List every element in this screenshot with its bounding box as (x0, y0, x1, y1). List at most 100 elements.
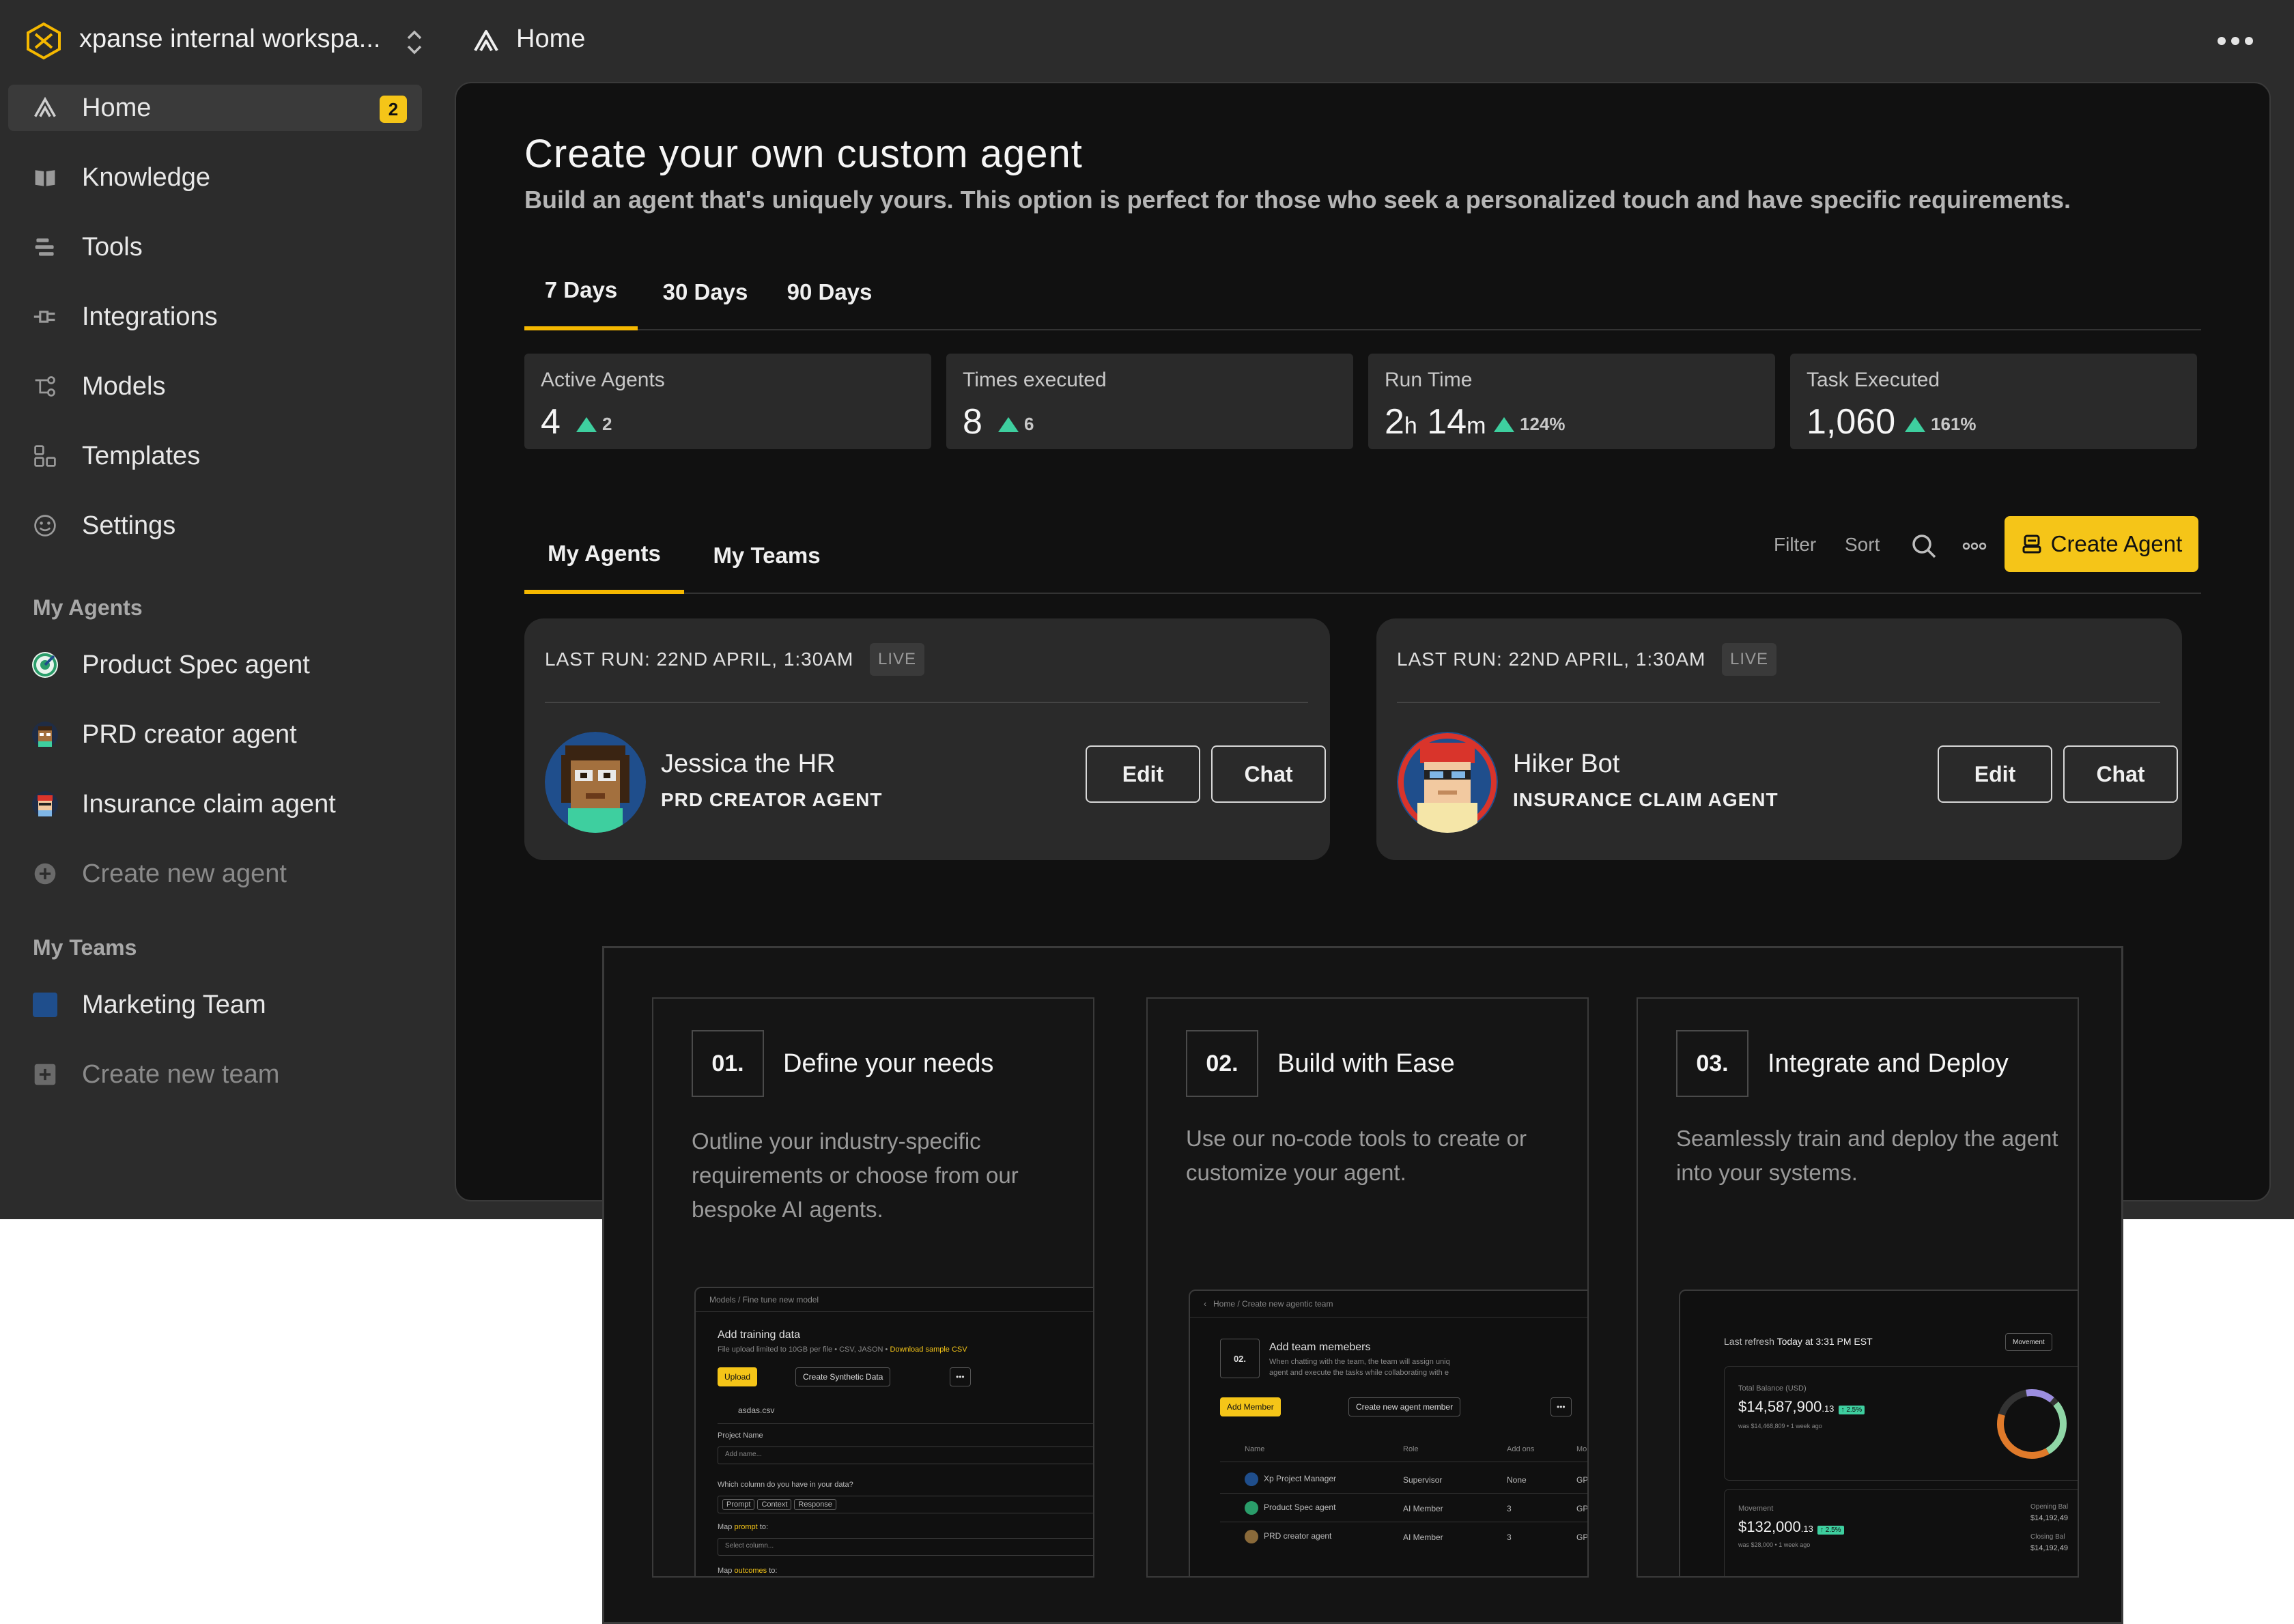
workspace-switcher-chevron-icon[interactable] (403, 27, 426, 57)
notification-badge: 2 (380, 96, 407, 123)
mini-more-icon: ••• (1550, 1397, 1572, 1416)
sidebar-item-knowledge[interactable]: Knowledge (8, 154, 422, 201)
sidebar-item-product-spec-agent[interactable]: Product Spec agent (8, 642, 422, 688)
sidebar-item-insurance-claim-agent[interactable]: Insurance claim agent (8, 781, 422, 827)
sort-button[interactable]: Sort (1845, 534, 1880, 556)
mini-description: agent and execute the tasks while collab… (1269, 1369, 1449, 1377)
trend-up-icon (998, 416, 1019, 432)
sidebar-item-marketing-team[interactable]: Marketing Team (8, 982, 422, 1028)
sidebar-item-label: Integrations (82, 302, 218, 331)
home-icon (31, 94, 59, 122)
agent-card-hiker-bot: LAST RUN: 22ND APRIL, 1:30AM LIVE Hiker … (1376, 618, 2182, 860)
stat-delta-value: 6 (1024, 414, 1034, 434)
agent-card-jessica: LAST RUN: 22ND APRIL, 1:30AM LIVE Jessic… (524, 618, 1330, 860)
stat-delta-value: 2 (602, 414, 612, 434)
avatar (1397, 732, 1498, 833)
sidebar-item-label: Templates (82, 441, 201, 470)
robot-icon (2022, 535, 2041, 554)
edit-button[interactable]: Edit (1086, 745, 1200, 803)
mini-table-row: Product Spec agent (1245, 1501, 1335, 1515)
stat-label: Task Executed (1807, 369, 1940, 391)
step-number: 01. (692, 1030, 764, 1097)
team-color-icon (31, 991, 59, 1018)
donut-chart (1997, 1389, 2067, 1459)
sidebar-item-templates[interactable]: Templates (8, 433, 422, 479)
mini-step-number: 02. (1220, 1339, 1260, 1378)
tab-7-days[interactable]: 7 Days (524, 254, 638, 330)
avatar (545, 732, 646, 833)
step-title: Build with Ease (1277, 1049, 1455, 1078)
workspace-logo-icon[interactable] (25, 22, 63, 60)
sidebar-item-home[interactable]: Home 2 (8, 85, 422, 131)
pixel-avatar-icon (31, 721, 59, 748)
mini-input: Add name... (718, 1447, 1093, 1464)
tab-my-agents[interactable]: My Agents (524, 517, 684, 594)
more-options-icon[interactable] (2218, 30, 2256, 52)
mini-table-row: PRD creator agent (1245, 1530, 1331, 1543)
mini-description: When chatting with the team, the team wi… (1269, 1358, 1450, 1366)
status-badge: LIVE (870, 643, 925, 676)
stat-delta: 6 (998, 414, 1034, 435)
mini-cell: GP (1576, 1504, 1589, 1513)
workspace-name[interactable]: xpanse internal workspa... (79, 25, 380, 54)
mini-screenshot-training-data: Models / Fine tune new model Add trainin… (694, 1287, 1093, 1576)
stat-card-active-agents: Active Agents 4 2 (524, 354, 931, 449)
target-avatar-icon (31, 651, 59, 679)
book-icon (31, 164, 59, 191)
mini-label: Which column do you have in your data? (718, 1481, 853, 1489)
mini-heading: Add team memebers (1269, 1341, 1371, 1353)
more-horizontal-icon[interactable] (1959, 531, 1989, 561)
tab-30-days[interactable]: 30 Days (649, 254, 762, 330)
top-bar: xpanse internal workspa... Home (0, 0, 2294, 82)
sidebar-item-tools[interactable]: Tools (8, 224, 422, 270)
mini-cell: AI Member (1403, 1504, 1443, 1513)
sidebar-item-label: Models (82, 371, 166, 401)
trend-up-icon (576, 416, 597, 432)
search-icon[interactable] (1909, 531, 1939, 561)
create-agent-button[interactable]: Create Agent (2005, 516, 2198, 572)
sidebar-item-label: Home (82, 93, 152, 122)
sidebar-item-label: Product Spec agent (82, 650, 310, 679)
step-number: 03. (1676, 1030, 1748, 1097)
sidebar-item-label: Settings (82, 511, 176, 540)
mini-table-row: Xp Project Manager (1245, 1472, 1336, 1486)
sidebar-item-prd-creator-agent[interactable]: PRD creator agent (8, 711, 422, 758)
agent-role: PRD CREATOR AGENT (661, 789, 883, 810)
sidebar-item-integrations[interactable]: Integrations (8, 294, 422, 340)
stat-card-task-executed: Task Executed 1,060 161% (1790, 354, 2197, 449)
tab-90-days[interactable]: 90 Days (773, 254, 886, 330)
mini-refresh-text: Last refresh Today at 3:31 PM EST (1724, 1336, 1873, 1347)
mini-col-role: Role (1403, 1445, 1419, 1453)
step-description: Outline your industry-specific requireme… (692, 1128, 1019, 1222)
mini-label: Map outcomes to: (718, 1567, 778, 1575)
stat-delta: 161% (1905, 414, 1977, 435)
mini-file-name: asdas.csv (738, 1406, 775, 1415)
tab-my-teams[interactable]: My Teams (695, 517, 838, 594)
sidebar-item-label: Tools (82, 232, 143, 261)
mini-movement-button: Movement (2005, 1333, 2052, 1351)
status-badge: LIVE (1722, 643, 1777, 676)
sidebar-item-label: Create new agent (82, 859, 287, 888)
chat-button[interactable]: Chat (2063, 745, 2178, 803)
stat-card-run-time: Run Time 2h 14m 124% (1368, 354, 1775, 449)
create-new-team-button[interactable]: Create new team (8, 1051, 422, 1098)
chat-button[interactable]: Chat (1211, 745, 1326, 803)
stat-value: 1,060 (1807, 402, 1896, 442)
sidebar-item-label: PRD creator agent (82, 720, 297, 749)
create-new-agent-button[interactable]: Create new agent (8, 851, 422, 897)
mini-upload-button: Upload (718, 1367, 758, 1386)
sidebar-item-models[interactable]: Models (8, 363, 422, 410)
mini-cell: GP (1576, 1533, 1589, 1542)
divider (1397, 702, 2160, 703)
filter-button[interactable]: Filter (1774, 534, 1816, 556)
step-description: Use our no-code tools to create or custo… (1186, 1126, 1527, 1185)
stat-value: 8 (963, 402, 982, 442)
breadcrumb-home[interactable]: Home (516, 25, 585, 54)
sidebar-heading-my-teams: My Teams (33, 935, 137, 960)
edit-button[interactable]: Edit (1938, 745, 2052, 803)
mini-cell: 3 (1507, 1533, 1512, 1542)
sidebar-item-label: Marketing Team (82, 990, 266, 1019)
stat-delta: 2 (576, 414, 612, 435)
sidebar-item-settings[interactable]: Settings (8, 502, 422, 549)
stat-label: Active Agents (541, 369, 665, 391)
